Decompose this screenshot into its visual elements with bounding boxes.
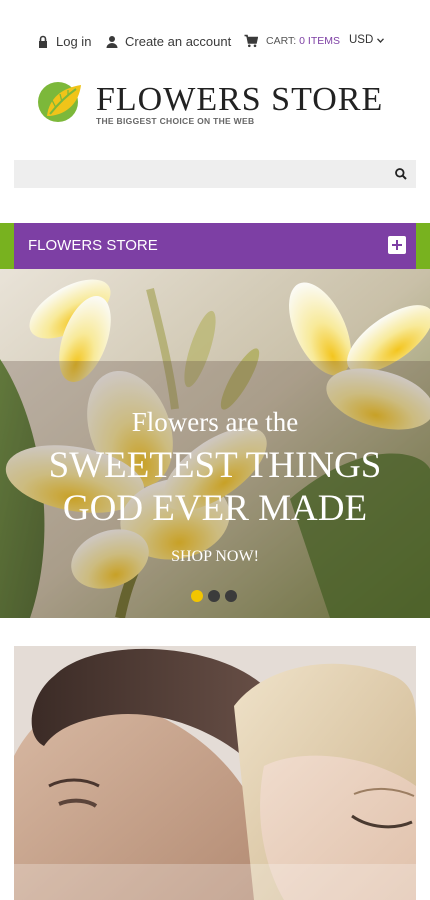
logo-leaf-icon bbox=[38, 82, 81, 122]
slide-caption-line1: Flowers are the bbox=[131, 407, 299, 437]
login-label: Log in bbox=[56, 34, 92, 49]
cart-link[interactable]: CART: 0 ITEMS bbox=[244, 34, 340, 48]
cart-count: 0 ITEMS bbox=[299, 35, 340, 47]
slider-dot-1[interactable] bbox=[191, 590, 203, 602]
search-icon[interactable] bbox=[394, 167, 408, 181]
lock-icon bbox=[39, 35, 47, 48]
logo-tagline: THE BIGGEST CHOICE ON THE WEB bbox=[96, 116, 255, 126]
create-account-label: Create an account bbox=[125, 34, 232, 49]
slide-caption-heading: SWEETEST THINGS GOD EVER MADE bbox=[0, 444, 430, 530]
chevron-down-icon bbox=[377, 37, 385, 43]
search-bar bbox=[14, 160, 416, 188]
create-account-link[interactable]: Create an account bbox=[105, 34, 231, 49]
banner-overlay bbox=[14, 864, 416, 900]
slider-dot-2[interactable] bbox=[208, 590, 220, 602]
shop-now-button[interactable]: SHOP NOW! bbox=[0, 548, 430, 566]
logo-name: FLOWERS STORE bbox=[96, 81, 384, 118]
login-link[interactable]: Log in bbox=[36, 34, 91, 49]
plus-icon[interactable] bbox=[388, 236, 406, 254]
hero-slider: Flowers are the SWEETEST THINGS GOD EVER… bbox=[0, 269, 430, 618]
slide-caption-line3: GOD EVER MADE bbox=[62, 488, 368, 529]
cart-label: CART: bbox=[266, 35, 297, 47]
user-icon bbox=[106, 35, 118, 48]
menu-label: FLOWERS STORE bbox=[28, 237, 158, 254]
slider-dot-3[interactable] bbox=[225, 590, 237, 602]
banner-image bbox=[14, 646, 416, 900]
promo-banner[interactable] bbox=[14, 646, 416, 900]
cart-icon bbox=[244, 34, 258, 48]
currency-value: USD bbox=[349, 34, 374, 46]
store-logo[interactable]: FLOWERS STORE THE BIGGEST CHOICE ON THE … bbox=[38, 80, 398, 128]
search-input[interactable] bbox=[14, 160, 384, 188]
slider-pagination bbox=[191, 590, 237, 602]
slide-caption-line2: SWEETEST THINGS bbox=[48, 445, 382, 486]
menu-bar[interactable]: FLOWERS STORE bbox=[0, 223, 430, 269]
top-bar: Log in Create an account CART: 0 ITEMS U… bbox=[0, 34, 430, 54]
currency-selector[interactable]: USD bbox=[349, 34, 385, 46]
